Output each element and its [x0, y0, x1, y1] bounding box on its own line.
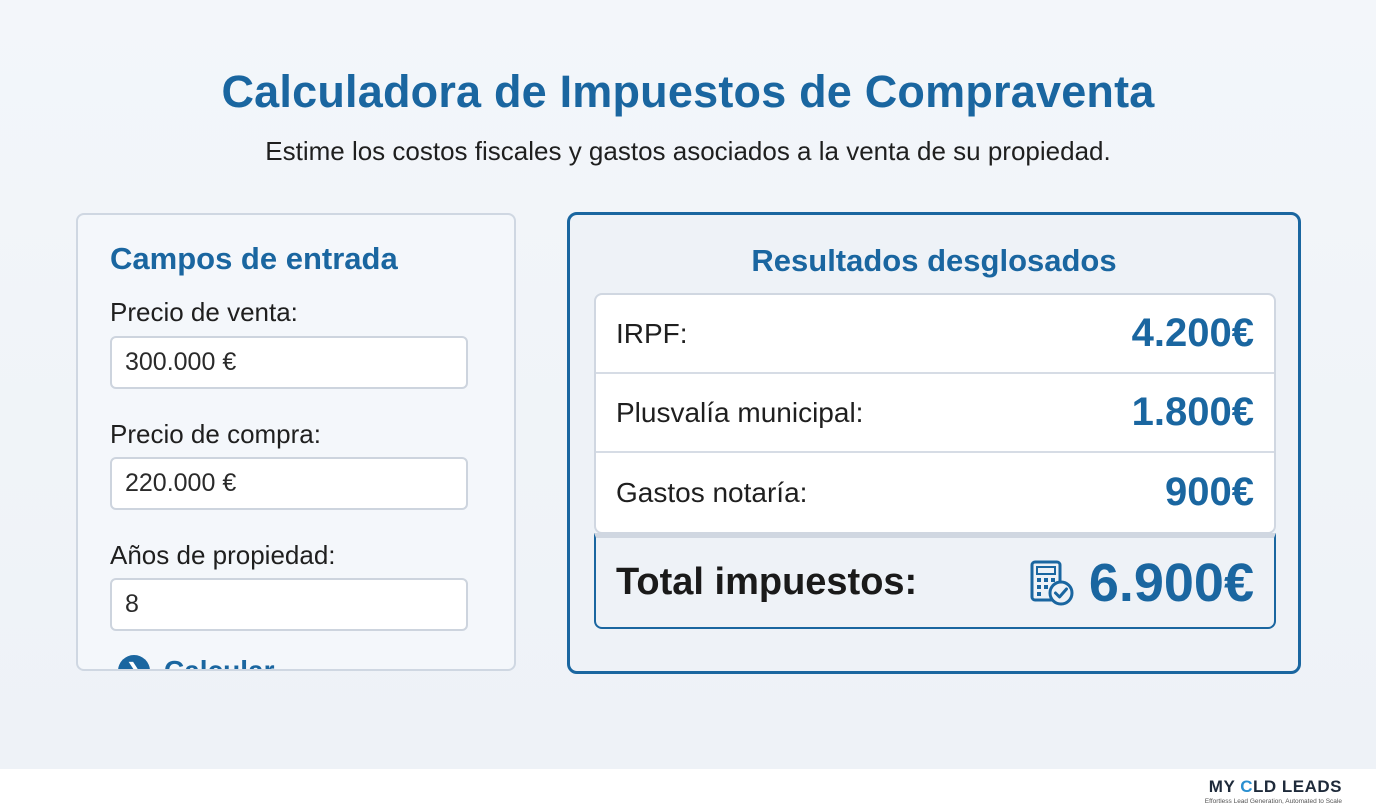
- result-value: 900€: [1165, 470, 1254, 514]
- purchase-price-input[interactable]: [110, 457, 468, 510]
- results-heading: Resultados desglosados: [751, 243, 1117, 278]
- calculator-check-icon: [1030, 560, 1074, 605]
- result-label: IRPF:: [616, 317, 688, 349]
- result-value: 1.800€: [1131, 390, 1254, 434]
- footer: MY CLD LEADS Effortless Lead Generation,…: [0, 769, 1376, 812]
- ownership-years-label: Años de propiedad:: [110, 540, 336, 570]
- result-row-irpf: IRPF: 4.200€: [596, 295, 1274, 374]
- results-table: IRPF: 4.200€ Plusvalía municipal: 1.800€…: [594, 293, 1276, 534]
- total-value-group: 6.900€: [1029, 552, 1254, 614]
- result-label: Plusvalía municipal:: [616, 396, 864, 428]
- inputs-heading: Campos de entrada: [110, 241, 398, 276]
- calculate-button[interactable]: ❯ Calcular: [118, 655, 275, 671]
- result-row-plusvalia: Plusvalía municipal: 1.800€: [596, 374, 1274, 453]
- total-value: 6.900€: [1088, 552, 1254, 613]
- page-subtitle: Estime los costos fiscales y gastos asoc…: [265, 136, 1111, 166]
- ownership-years-input[interactable]: [110, 578, 468, 631]
- results-panel: Resultados desglosados IRPF: 4.200€ Plus…: [567, 212, 1301, 674]
- calculate-button-label: Calcular: [164, 655, 275, 671]
- sale-price-input[interactable]: [110, 336, 468, 389]
- page-title: Calculadora de Impuestos de Compraventa: [221, 66, 1155, 117]
- sale-price-label: Precio de venta:: [110, 297, 298, 327]
- total-label: Total impuestos:: [616, 561, 918, 603]
- brand-logo: MY CLD LEADS Effortless Lead Generation,…: [1205, 777, 1342, 805]
- brand-o: C: [1240, 777, 1253, 796]
- result-label: Gastos notaría:: [616, 476, 808, 508]
- purchase-price-label: Precio de compra:: [110, 419, 321, 449]
- brand-suffix: LD LEADS: [1253, 777, 1342, 796]
- brand-prefix: MY: [1208, 777, 1241, 796]
- result-row-notaria: Gastos notaría: 900€: [596, 453, 1274, 532]
- total-row: Total impuestos: 6.900€: [594, 533, 1276, 629]
- chevron-right-icon: ❯: [118, 655, 150, 669]
- brand-name: MY CLD LEADS: [1205, 777, 1342, 797]
- brand-tagline: Effortless Lead Generation, Automated to…: [1204, 798, 1342, 805]
- inputs-panel: Campos de entrada Precio de venta: Preci…: [76, 213, 516, 671]
- page-background: Calculadora de Impuestos de Compraventa …: [0, 0, 1376, 769]
- result-value: 4.200€: [1131, 311, 1254, 355]
